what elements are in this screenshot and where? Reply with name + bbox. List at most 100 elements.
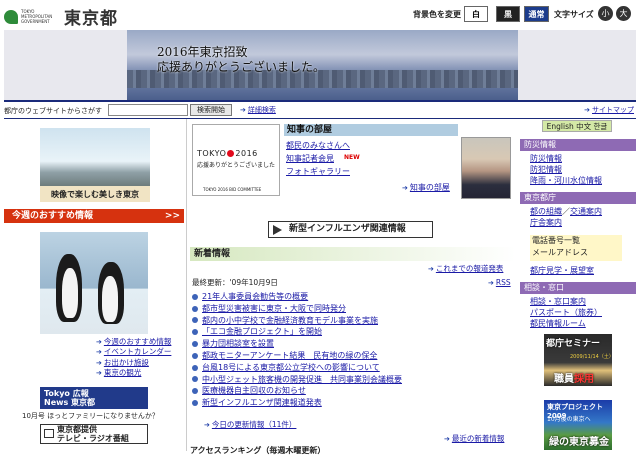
news-link[interactable]: 「エコ金融プロジェクト」を開始 [202, 326, 322, 338]
consult-link[interactable]: 相談・窓口案内 [530, 296, 586, 307]
bullet-icon [192, 352, 198, 359]
news-item[interactable]: 台風18号による東京都公立学校への影響について [192, 362, 514, 374]
tokyo-logo[interactable]: TOKYO METROPOLITAN GOVERNMENT 東京都 [4, 4, 118, 29]
search-input[interactable] [108, 104, 188, 116]
tv-radio-banner[interactable]: 東京都提供 テレビ・ラジオ番組 [40, 424, 148, 444]
news-link[interactable]: 21年人事委員会勧告等の概要 [202, 291, 308, 303]
consult-header: 相談・窓口 [520, 282, 636, 294]
news-item[interactable]: 都市型災害被害に東京・大阪で同時発分 [192, 303, 514, 315]
bg-normal-button[interactable]: 通常 [524, 6, 549, 22]
bullet-icon [192, 376, 198, 383]
news-link[interactable]: 新型インフルエンザ関連報道発表 [202, 397, 322, 409]
news-item[interactable]: 医療機器自主回収のお知らせ [192, 385, 514, 397]
news-item[interactable]: 新型インフルエンザ関連報道発表 [192, 397, 514, 409]
tokyo-news-banner[interactable]: Tokyo 広報 News 東京都 [40, 387, 148, 409]
flu-info-button[interactable]: 新型インフルエンザ関連情報 [268, 221, 433, 238]
video-thumbnail[interactable]: 映像で楽しむ美しき東京 [40, 128, 150, 202]
green-fund-banner[interactable]: 東京プロジェクト 2009 10月後の東京へ 緑の東京募金 [544, 400, 612, 450]
info-room-link[interactable]: 都民情報ルーム [530, 318, 586, 329]
language-links[interactable]: English 中文 한글 [542, 120, 612, 132]
penguin-photo[interactable] [40, 232, 148, 334]
left-link-text[interactable]: お出かけ施設 [104, 358, 149, 367]
chevron-right-icon: >> [164, 211, 180, 221]
governor-photo[interactable] [461, 137, 511, 199]
news-item[interactable]: 暴力団相談室を設置 [192, 338, 514, 350]
river-link[interactable]: 降雨・河川水位情報 [530, 175, 602, 186]
news-item[interactable]: 「エコ金融プロジェクト」を開始 [192, 326, 514, 338]
arrow-icon: ➔ [204, 421, 210, 429]
banner-line2: 応援ありがとうございました。 [157, 60, 326, 74]
column-divider [186, 119, 187, 451]
recruit-banner[interactable]: 都庁セミナー 2009/11/14（土） 職員採用 [544, 334, 614, 386]
left-link-text[interactable]: 今週のおすすめ情報 [104, 337, 172, 346]
arrow-icon: ➔ [428, 265, 434, 273]
tv-icon [44, 429, 54, 438]
news-item[interactable]: 中小型ジェット旅客機の開発促進 共同事業別会議概要 [192, 374, 514, 386]
tokyo2016-bid: TOKYO 2016 BID COMMITTEE [203, 187, 262, 192]
news-link[interactable]: 医療機器自主回収のお知らせ [202, 385, 306, 397]
govt-links-row: 都の組織／交通案内 [530, 206, 602, 217]
video-caption: 映像で楽しむ美しき東京 [40, 186, 150, 202]
archive-link[interactable]: ➔ これまでの報道発表 [428, 263, 503, 274]
advanced-search-link[interactable]: ➔ 詳細検索 [240, 105, 276, 115]
flu-label: 新型インフルエンザ関連情報 [289, 224, 406, 234]
disaster-link[interactable]: 防災情報 [530, 153, 562, 164]
news-link[interactable]: 中小型ジェット旅客機の開発促進 共同事業別会議概要 [202, 374, 402, 386]
archive-text[interactable]: これまでの報道発表 [436, 264, 504, 273]
bullet-icon [192, 317, 198, 324]
governor-more-link[interactable]: ➔ 知事の部屋 [402, 182, 450, 193]
disaster-header: 防災情報 [520, 139, 636, 151]
passport-link[interactable]: パスポート（旅券） [530, 307, 602, 318]
advanced-search-text[interactable]: 詳細検索 [248, 106, 276, 114]
access-link[interactable]: 交通案内 [570, 207, 602, 216]
left-link-text[interactable]: 東京の観光 [104, 368, 142, 377]
sitemap-link[interactable]: ➔ サイトマップ [584, 105, 634, 115]
red-circle-icon [227, 150, 235, 157]
font-small-button[interactable]: 小 [598, 6, 613, 21]
crime-link[interactable]: 防犯情報 [530, 164, 562, 175]
ranking-header: アクセスランキング（毎週木曜更新） [190, 446, 326, 455]
governor-title: 知事の部屋 [284, 124, 458, 136]
recommend-header: 今週のおすすめ情報 >> [4, 209, 184, 223]
governor-link[interactable]: フォトギャラリー [286, 166, 350, 177]
rss-link[interactable]: ➔ RSS [488, 278, 511, 287]
search-button[interactable]: 検索開始 [190, 104, 232, 116]
news-item[interactable]: 都政モニターアンケート結果 民有地の緑の保全 [192, 350, 514, 362]
phone-link[interactable]: 電話番号一覧 [530, 235, 622, 247]
latest-reports-link[interactable]: ➔ 最近の新着情報 [444, 433, 504, 444]
left-link-text[interactable]: イベントカレンダー [104, 347, 172, 356]
tokyo2016-banner[interactable]: TOKYO 2016 応援ありがとうございました TOKYO 2016 BID C… [192, 124, 280, 196]
font-large-button[interactable]: 大 [616, 6, 631, 21]
latest-reports-text[interactable]: 最近の新着情報 [452, 434, 505, 443]
governor-link[interactable]: 知事記者会見 [286, 153, 334, 164]
green-fund-text: 緑の東京募金 [549, 437, 609, 448]
news-link[interactable]: 都市型災害被害に東京・大阪で同時発分 [202, 303, 346, 315]
news-link[interactable]: 台風18号による東京都公立学校への影響について [202, 362, 380, 374]
left-link[interactable]: ➔ 東京の観光 [96, 368, 184, 378]
bullet-icon [192, 388, 198, 395]
olympic-thanks-banner[interactable]: 2016年東京招致 応援ありがとうございました。 [127, 30, 518, 100]
news-link[interactable]: 都内の小中学校で金融経済教育モデル事業を実施 [202, 315, 378, 327]
left-link[interactable]: ➔ お出かけ施設 [96, 358, 184, 368]
rss-text[interactable]: RSS [496, 278, 511, 287]
sitemap-text[interactable]: サイトマップ [592, 106, 634, 114]
font-size-label: 文字サイズ [554, 10, 594, 19]
news-item[interactable]: 21年人事委員会勧告等の概要 [192, 291, 514, 303]
today-updates-link[interactable]: ➔ 今日の更新情報（11件） [204, 419, 296, 430]
today-updates-text[interactable]: 今日の更新情報（11件） [212, 420, 297, 429]
org-link[interactable]: 都の組織 [530, 207, 562, 216]
governor-more-text[interactable]: 知事の部屋 [410, 183, 450, 192]
governor-link[interactable]: 都民のみなさんへ [286, 140, 350, 151]
news-item[interactable]: 都内の小中学校で金融経済教育モデル事業を実施 [192, 315, 514, 327]
news-link[interactable]: 都政モニターアンケート結果 民有地の緑の保全 [202, 350, 377, 362]
left-link[interactable]: ➔ 今週のおすすめ情報 [96, 337, 184, 347]
govt-header: 東京都庁 [520, 192, 636, 204]
email-link[interactable]: メールアドレス [530, 247, 622, 259]
left-link[interactable]: ➔ イベントカレンダー [96, 347, 184, 357]
tour-link[interactable]: 都庁見学・展望室 [530, 265, 594, 276]
bg-white-button[interactable]: 白 [464, 6, 488, 22]
building-link[interactable]: 庁舎案内 [530, 217, 562, 228]
bullet-icon [192, 341, 198, 348]
bg-black-button[interactable]: 黒 [496, 6, 520, 22]
news-link[interactable]: 暴力団相談室を設置 [202, 338, 274, 350]
